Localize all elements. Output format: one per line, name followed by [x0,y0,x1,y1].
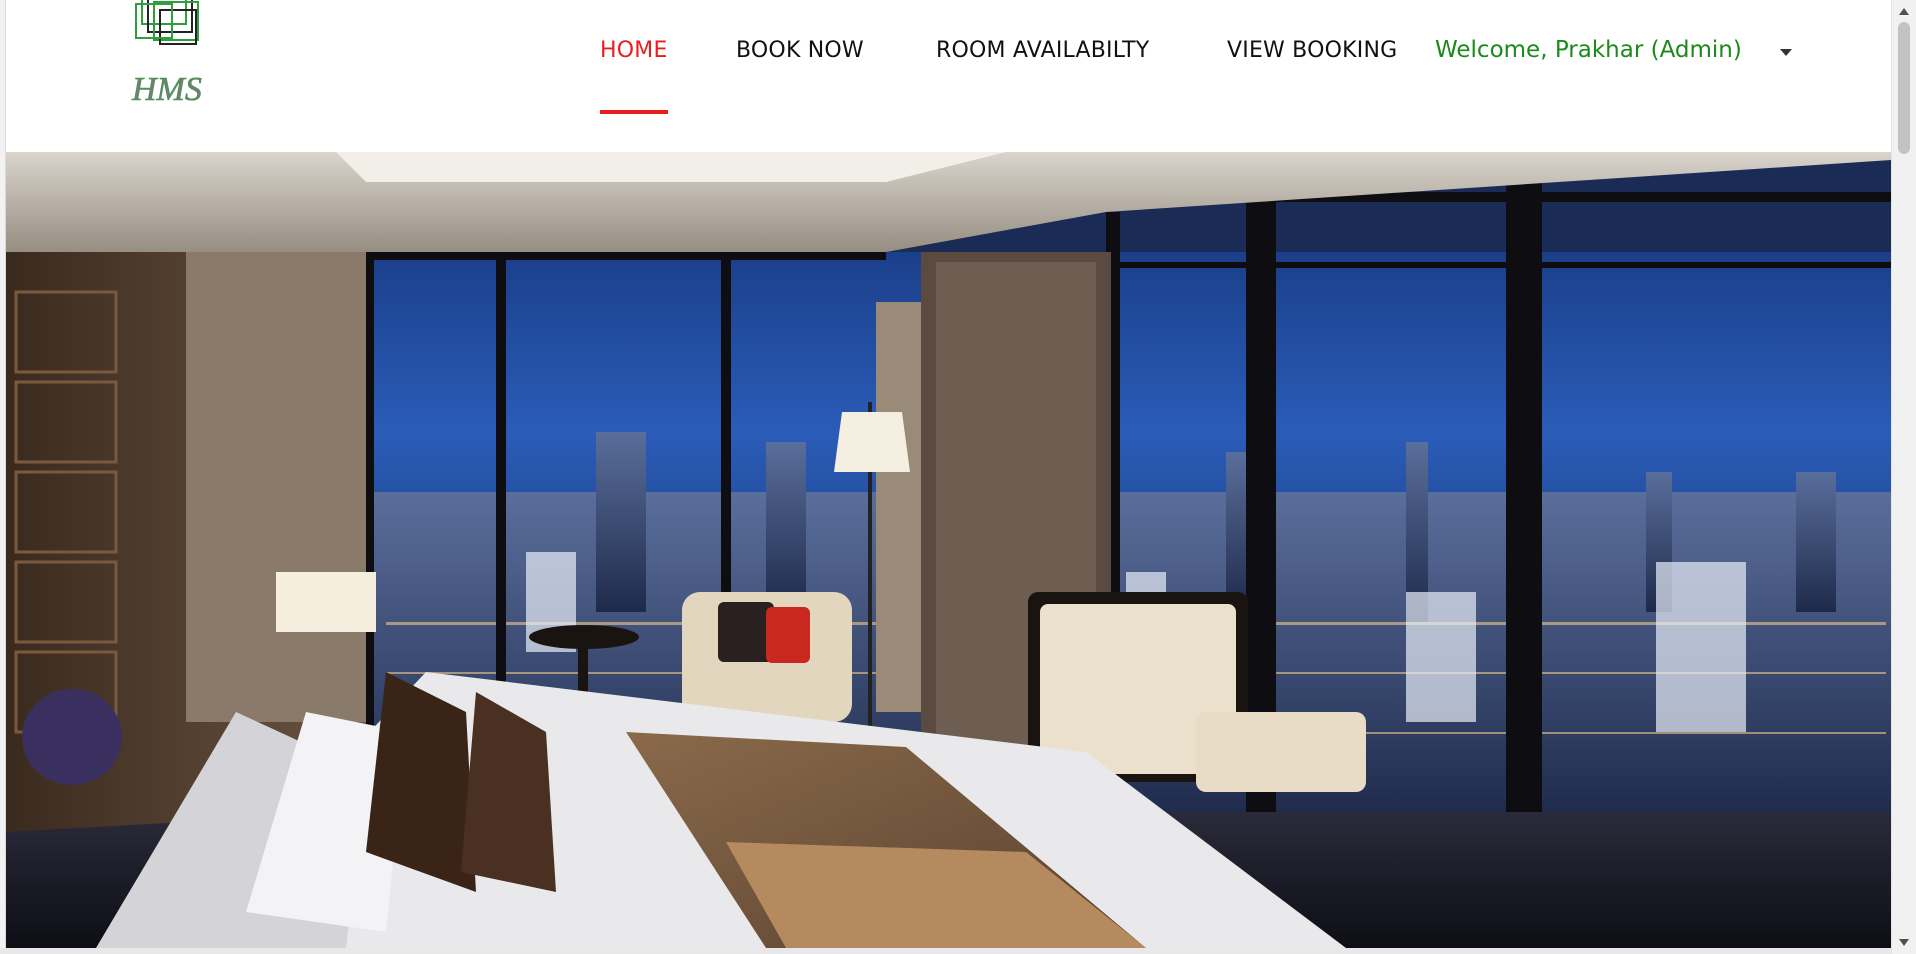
page: HMS HOME BOOK NOW ROOM AVAILABILTY VIEW … [0,0,1916,954]
caret-down-icon[interactable] [1780,49,1792,56]
active-underline [600,110,668,114]
user-welcome-label: Welcome, Prakhar (Admin) [1435,37,1742,63]
nav-view-booking[interactable]: VIEW BOOKING [1227,38,1397,63]
scroll-down-arrow-icon[interactable] [1899,939,1909,946]
scroll-up-arrow-icon[interactable] [1899,8,1909,15]
page-scrollbar[interactable] [1891,0,1916,954]
nav-view-booking-label: VIEW BOOKING [1227,38,1398,63]
navbar: HMS HOME BOOK NOW ROOM AVAILABILTY VIEW … [6,0,1891,152]
user-menu-toggle[interactable]: Welcome, Prakhar (Admin) [1435,37,1742,63]
hotel-room-city-view-image [6,152,1891,948]
nav-book-now[interactable]: BOOK NOW [736,38,864,63]
nav-room-availability[interactable]: ROOM AVAILABILTY [936,38,1149,63]
nav-book-now-label: BOOK NOW [736,38,864,63]
main-nav: HOME BOOK NOW ROOM AVAILABILTY VIEW BOOK… [6,0,1891,152]
bottom-edge [0,948,1891,954]
nav-home[interactable]: HOME [600,38,668,114]
nav-room-availability-label: ROOM AVAILABILTY [936,38,1150,63]
nav-home-label: HOME [600,38,668,63]
scroll-thumb[interactable] [1898,22,1910,154]
hero-banner [6,152,1891,948]
